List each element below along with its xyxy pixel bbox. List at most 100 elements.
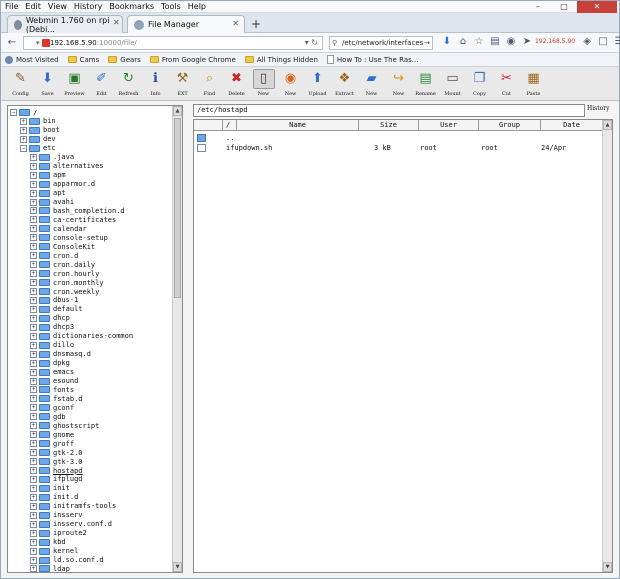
column-header-path[interactable]: /	[222, 120, 236, 131]
tree-item[interactable]: + ca-certificates	[30, 215, 116, 224]
collapse-icon[interactable]: −	[20, 144, 27, 152]
home-icon[interactable]: ⌂	[455, 36, 471, 47]
tree-item[interactable]: + ConsoleKit	[30, 242, 95, 251]
send-icon[interactable]: ➤	[519, 36, 535, 47]
bookmark-gears[interactable]: Gears	[108, 56, 141, 64]
expand-icon[interactable]: +	[30, 449, 37, 457]
menu-tools[interactable]: Tools	[161, 2, 181, 11]
column-header-size[interactable]: Size	[358, 120, 418, 131]
expand-icon[interactable]: +	[30, 529, 37, 537]
expand-icon[interactable]: +	[30, 556, 37, 564]
tree-item[interactable]: + cron.weekly	[30, 287, 99, 296]
cell-name[interactable]: ifupdown.sh	[226, 143, 272, 153]
toolbar-button-ext[interactable]: ⚒ EXT	[169, 67, 196, 100]
toolbar-button-refresh[interactable]: ↻ Refresh	[115, 67, 142, 100]
expand-icon[interactable]: +	[30, 404, 37, 412]
bookmark-cams[interactable]: Cams	[67, 56, 99, 64]
expand-icon[interactable]: +	[30, 323, 37, 331]
toolbar-button-copy[interactable]: ❐ Copy	[466, 67, 493, 100]
expand-icon[interactable]: +	[30, 261, 37, 269]
tree-item[interactable]: + boot	[20, 126, 60, 135]
dropdown-arrow-icon[interactable]: ▾	[36, 37, 40, 49]
expand-icon[interactable]: +	[30, 359, 37, 367]
menu-view[interactable]: View	[48, 2, 67, 11]
tree-item[interactable]: + cron.hourly	[30, 269, 99, 278]
scroll-thumb[interactable]	[174, 118, 181, 298]
expand-icon[interactable]: +	[30, 216, 37, 224]
search-input[interactable]: ⚲ /etc/network/interfaces →	[329, 36, 433, 50]
toolbar-button-rename[interactable]: ▤ Rename	[412, 67, 439, 100]
tree-item[interactable]: + ghostscript	[30, 421, 99, 430]
expand-icon[interactable]: +	[30, 288, 37, 295]
expand-icon[interactable]: +	[30, 180, 37, 188]
history-button[interactable]: History	[587, 105, 610, 112]
tree-item[interactable]: + apt	[30, 189, 66, 198]
expand-icon[interactable]: +	[30, 225, 37, 233]
expand-icon[interactable]: +	[30, 431, 37, 439]
column-header-date[interactable]: Date	[540, 120, 602, 131]
tree-item[interactable]: + ifplugd	[30, 475, 83, 484]
minimize-icon[interactable]: –	[525, 1, 551, 13]
expand-icon[interactable]: +	[30, 350, 37, 358]
tree-item[interactable]: + kbd	[30, 538, 66, 547]
tree-item[interactable]: + dpkg	[30, 359, 70, 368]
tree-item[interactable]: + dnsmasq.d	[30, 350, 91, 359]
expand-icon[interactable]: +	[30, 422, 37, 430]
toolbar-button-mount[interactable]: ▭ Mount	[439, 67, 466, 100]
expand-icon[interactable]: +	[30, 243, 37, 251]
tree-item[interactable]: + initramfs-tools	[30, 502, 116, 511]
tree-item[interactable]: + bin	[20, 117, 56, 126]
expand-icon[interactable]: +	[30, 475, 37, 483]
expand-icon[interactable]: +	[30, 493, 37, 501]
expand-icon[interactable]: +	[30, 565, 37, 572]
back-arrow-icon[interactable]: ←	[5, 36, 19, 50]
tree-item[interactable]: + emacs	[30, 368, 74, 377]
tree-item[interactable]: + dev	[20, 135, 56, 144]
tree-item[interactable]: + hostapd	[30, 466, 83, 475]
expand-icon[interactable]: +	[30, 234, 37, 242]
expand-icon[interactable]: +	[30, 368, 37, 376]
toolbar-button-new[interactable]: ▰ New	[358, 67, 385, 100]
expand-icon[interactable]: +	[30, 162, 37, 170]
expand-icon[interactable]: +	[30, 413, 37, 421]
toolbar-button-new[interactable]: ▯ New	[250, 67, 277, 100]
tree-item[interactable]: + gconf	[30, 403, 74, 412]
site-identity-icon[interactable]	[42, 39, 50, 47]
expand-icon[interactable]: +	[30, 305, 37, 313]
expand-icon[interactable]: +	[30, 377, 37, 385]
table-row[interactable]: ifupdown.sh 3 kB root root 24/Apr	[194, 143, 594, 153]
tree-item[interactable]: + avahi	[30, 198, 74, 207]
expand-icon[interactable]: +	[30, 440, 37, 448]
menu-history[interactable]: History	[74, 2, 102, 11]
tree-item[interactable]: + alternatives	[30, 162, 104, 171]
tree-item[interactable]: + gtk-2.0	[30, 448, 83, 457]
expand-icon[interactable]: +	[30, 341, 37, 349]
menu-help[interactable]: Help	[188, 2, 206, 11]
expand-icon[interactable]: +	[30, 547, 37, 555]
toolbar-button-find[interactable]: ⌕ Find	[196, 67, 223, 100]
toolbar-button-preview[interactable]: ▣ Preview	[61, 67, 88, 100]
bookmark-all-things-hidden[interactable]: All Things Hidden	[244, 56, 318, 64]
bookmark-how-to[interactable]: How To : Use The Ras...	[326, 55, 418, 64]
tree-item[interactable]: − etc	[20, 144, 56, 153]
expand-icon[interactable]: +	[30, 332, 37, 340]
tab-close-icon[interactable]: ✕	[113, 18, 120, 27]
tree-item[interactable]: + calendar	[30, 224, 87, 233]
expand-icon[interactable]: +	[30, 458, 37, 466]
expand-icon[interactable]: +	[30, 467, 37, 474]
column-header-user[interactable]: User	[418, 120, 478, 131]
cell-name[interactable]: ..	[226, 133, 234, 143]
scroll-up-arrow-icon[interactable]: ▲	[603, 120, 612, 130]
toolbar-button-paste[interactable]: ▦ Paste	[520, 67, 547, 100]
column-header-group[interactable]: Group	[478, 120, 540, 131]
expand-icon[interactable]: +	[20, 126, 27, 134]
expand-icon[interactable]: +	[30, 395, 37, 403]
current-path-field[interactable]: /etc/hostapd	[193, 104, 585, 117]
tree-item[interactable]: + cron.monthly	[30, 278, 104, 287]
expand-icon[interactable]: +	[30, 252, 37, 260]
toolbar-button-upload[interactable]: ⬆ Upload	[304, 67, 331, 100]
tree-item[interactable]: + init	[30, 484, 70, 493]
expand-icon[interactable]: +	[30, 314, 37, 322]
expand-icon[interactable]: +	[20, 135, 27, 143]
expand-icon[interactable]: +	[30, 296, 37, 304]
